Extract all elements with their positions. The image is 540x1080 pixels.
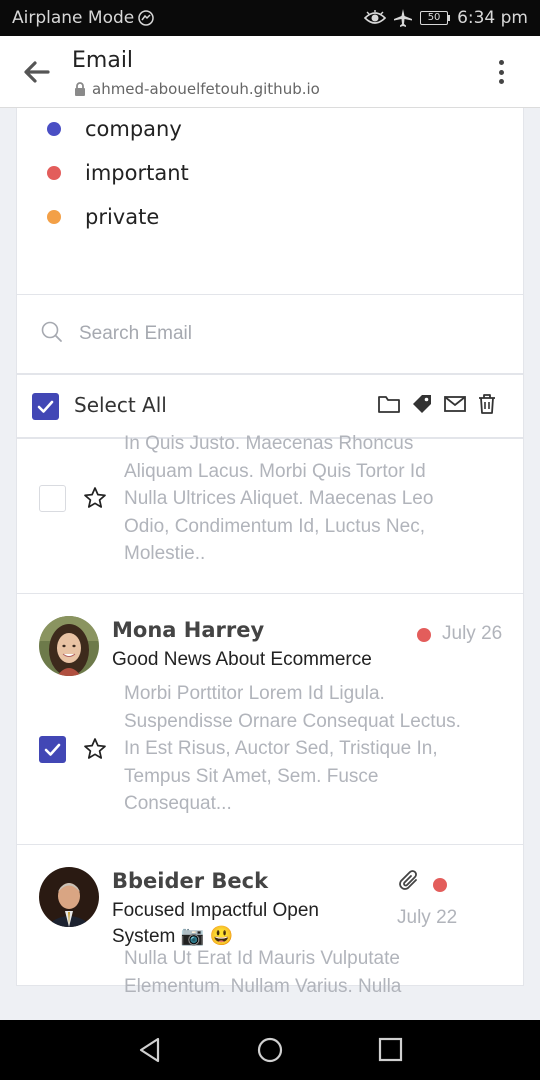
email-preview: In Quis Justo. Maecenas Rhoncus Aliquam … [124,433,434,564]
overflow-menu-icon[interactable] [490,58,512,86]
trash-icon[interactable] [477,393,497,415]
email-date: July 26 [442,623,503,644]
email-preview: Morbi Porttitor Lorem Id Ligula. Suspend… [124,683,461,814]
label-text: important [85,161,189,185]
email-label-dot [433,878,447,892]
email-list-item[interactable]: Bbeider Beck Focused Impactful Open Syst… [16,844,524,997]
url-bar[interactable]: ahmed-abouelfetouh.github.io [74,80,320,98]
select-all-label: Select All [74,393,167,417]
email-checkbox[interactable] [39,485,66,512]
email-sender: Bbeider Beck [112,869,269,893]
status-left: Airplane Mode [12,8,154,28]
clock: 6:34 pm [457,8,528,28]
home-circle-icon[interactable] [256,1036,284,1064]
page-title: Email [72,48,134,73]
label-dot [47,166,61,180]
email-subject: Focused Impactful Open System 📷 😃 [112,900,319,947]
mail-toolbar: Select All [16,374,524,438]
check-icon [44,743,61,756]
lock-icon [75,81,85,96]
label-text: company [85,117,182,141]
email-label-dot [417,628,431,642]
email-date: July 22 [397,907,458,928]
email-list-item[interactable]: In Quis Justo. Maecenas Rhoncus Aliquam … [16,433,524,594]
email-app: company important private Select All In … [0,108,540,1002]
email-subject: Good News About Ecommerce [112,649,372,670]
status-bar: Airplane Mode 50 6:34 pm [0,0,540,36]
system-nav-bar [0,1020,540,1080]
star-icon[interactable] [83,486,107,510]
attachment-icon [399,870,417,890]
back-triangle-icon[interactable] [136,1036,164,1064]
labels-panel: company important private [16,108,524,294]
search-icon [41,321,62,342]
label-text: private [85,205,160,229]
battery-icon: 50 [420,11,451,25]
email-list-item[interactable]: Mona Harrey Good News About Ecommerce Ju… [16,593,524,845]
email-sender: Mona Harrey [112,618,265,642]
browser-toolbar: Email ahmed-abouelfetouh.github.io [0,36,540,108]
recents-square-icon[interactable] [377,1036,405,1064]
label-item-company[interactable]: company [47,117,182,141]
folder-icon[interactable] [377,393,401,415]
airplane-mode-text: Airplane Mode [12,8,135,28]
back-arrow-icon[interactable] [22,58,50,86]
check-icon [37,400,54,413]
search-bar [16,294,524,374]
airplane-icon [394,9,413,27]
tag-icon[interactable] [411,393,433,415]
label-item-important[interactable]: important [47,161,189,185]
avatar [39,867,99,927]
email-checkbox[interactable] [39,736,66,763]
label-item-private[interactable]: private [47,205,159,229]
avatar [39,616,99,676]
email-preview: Nulla Ut Erat Id Mauris Vulputate Elemen… [124,948,402,997]
label-dot [47,210,61,224]
url-text: ahmed-abouelfetouh.github.io [92,80,320,98]
battery-level: 50 [420,11,449,25]
label-dot [47,122,61,136]
messenger-icon [138,10,154,26]
mail-icon[interactable] [443,393,467,415]
eye-comfort-icon [364,10,387,24]
search-input[interactable] [79,317,499,351]
star-icon[interactable] [83,737,107,761]
status-right: 50 6:34 pm [364,8,528,28]
select-all-checkbox[interactable] [32,393,59,420]
